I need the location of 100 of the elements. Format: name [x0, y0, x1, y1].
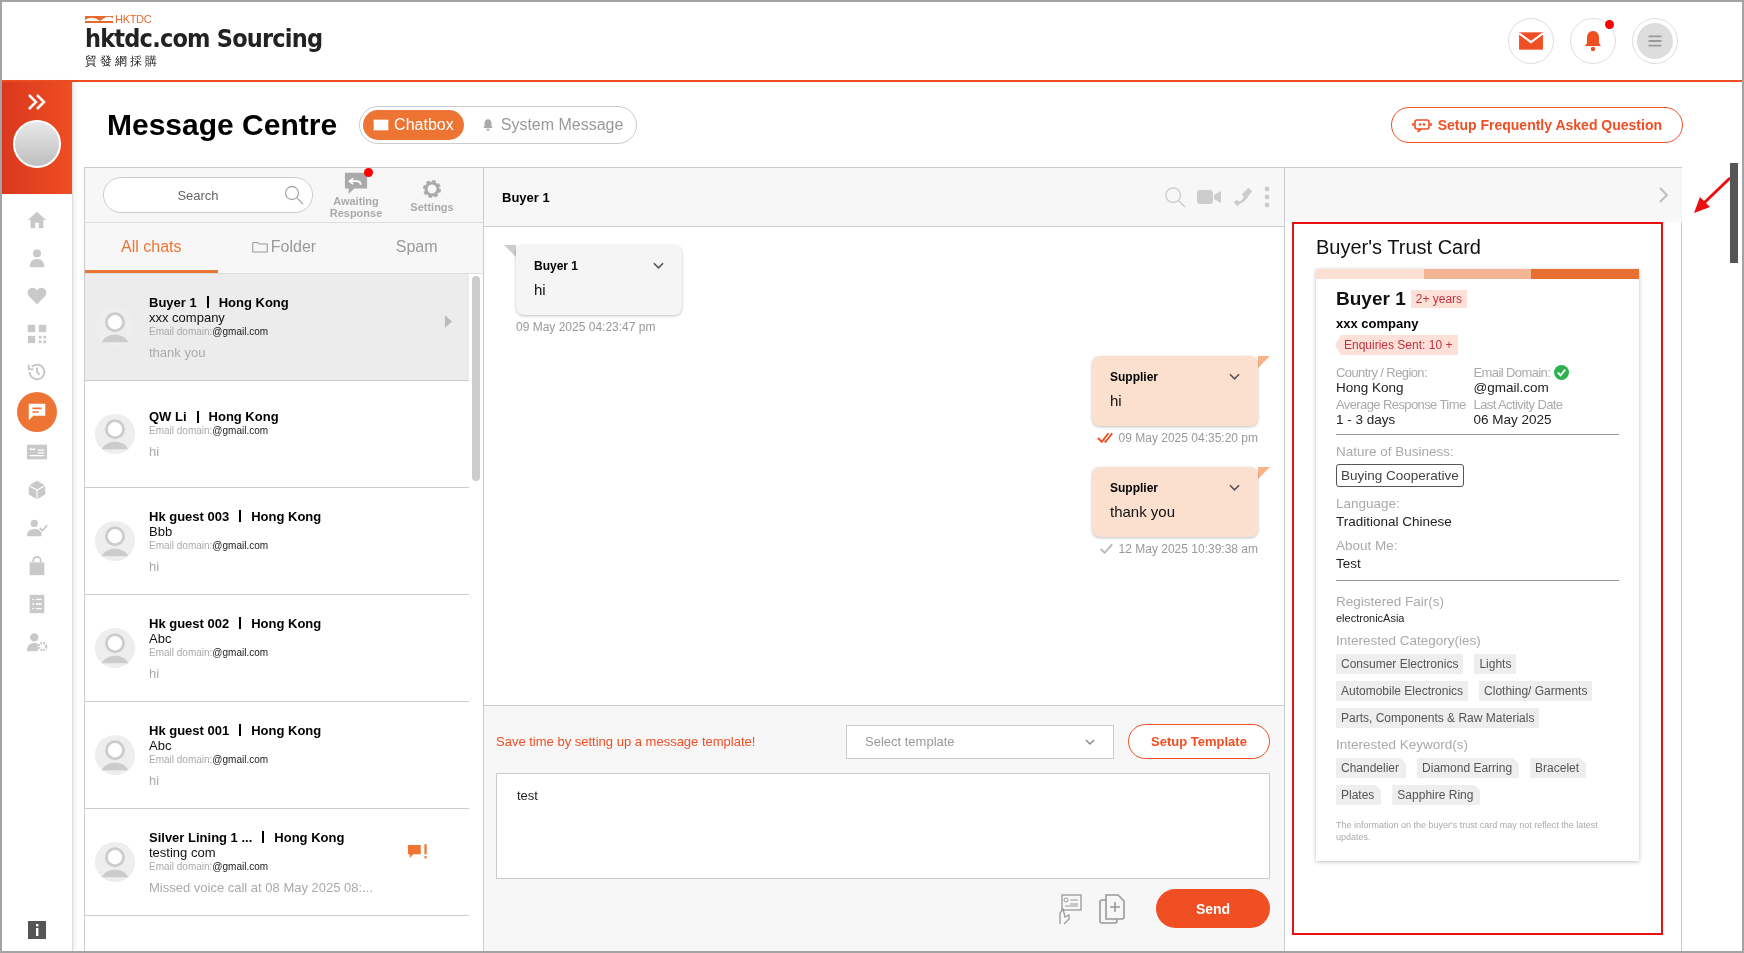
- settings-button[interactable]: Settings: [399, 177, 465, 213]
- logo-mark-icon: [85, 13, 113, 24]
- conversation-item[interactable]: Hk guest 002 Hong Kong Abc Email domain:@gmail.com hi: [85, 595, 469, 702]
- chat-nav-icon[interactable]: [17, 392, 57, 432]
- category-tag: Parts, Components & Raw Materials: [1336, 708, 1540, 728]
- message-time: 12 May 2025 10:39:38 am: [1118, 542, 1258, 556]
- field-value: electronicAsia: [1336, 612, 1406, 624]
- company-name: xxx company: [1336, 316, 1420, 331]
- page-title: Message Centre: [107, 107, 338, 142]
- search-icon[interactable]: [284, 185, 304, 205]
- conversation-item[interactable]: Hk guest 003 Hong Kong Bbb Email domain:@gmail.com hi: [85, 488, 469, 595]
- faq-setup-button[interactable]: Setup Frequently Asked Question: [1390, 106, 1683, 143]
- add-document-icon[interactable]: [1098, 892, 1126, 925]
- view-tab[interactable]: System Message: [469, 109, 634, 140]
- template-select[interactable]: Select template: [846, 724, 1114, 759]
- email-label: Email domain:: [149, 425, 213, 436]
- avatar-silhouette-icon: [94, 841, 136, 883]
- mail-icon: [1518, 29, 1544, 53]
- chevron-right-icon[interactable]: [1658, 187, 1668, 203]
- scrollbar-thumb[interactable]: [472, 276, 480, 481]
- contact-region: Hong Kong: [208, 409, 279, 424]
- field-value: 1 - 3 days: [1336, 412, 1396, 427]
- email-domain: @gmail.com: [212, 753, 269, 765]
- keyword-tag: Chandelier: [1336, 758, 1407, 778]
- company-name: Bbb: [149, 523, 173, 539]
- message-input[interactable]: test: [496, 773, 1270, 879]
- search-icon[interactable]: [1164, 186, 1186, 208]
- message-text: hi: [534, 281, 546, 298]
- bell-button[interactable]: [1570, 18, 1616, 64]
- email-label: Email domain:: [149, 646, 213, 658]
- field-label: Interested Keyword(s): [1336, 737, 1470, 752]
- company-name: testing com: [149, 844, 216, 860]
- chat-title: Buyer 1: [502, 189, 550, 205]
- keyword-tag: Sapphire Ring: [1392, 785, 1481, 805]
- message-preview: thank you: [149, 344, 207, 360]
- keyword-tag: Diamond Earring: [1417, 758, 1520, 778]
- email-domain: @gmail.com: [212, 539, 269, 551]
- setup-template-button[interactable]: Setup Template: [1128, 724, 1270, 759]
- conversation-item[interactable]: Hk guest 001 Hong Kong Abc Email domain:@gmail.com hi: [85, 702, 469, 809]
- chat-filter-tab[interactable]: Spam: [350, 223, 483, 273]
- contact-name: Silver Lining 1 ...: [149, 829, 253, 845]
- view-tab[interactable]: Chatbox: [363, 109, 464, 140]
- more-options-icon[interactable]: [1264, 186, 1270, 208]
- message-preview: hi: [149, 665, 161, 681]
- reply-bubble-icon: [343, 171, 369, 195]
- field-value: 06 May 2025: [1473, 412, 1552, 427]
- chevron-down-icon[interactable]: [653, 262, 664, 270]
- send-button[interactable]: Send: [1156, 889, 1270, 928]
- contact-name: Hk guest 003: [149, 508, 230, 524]
- conversation-item[interactable]: Buyer 1 Hong Kong xxx company Email domain:@gmail.com thank you: [85, 274, 469, 381]
- avatar-silhouette-icon: [94, 734, 136, 776]
- sender-name: Supplier: [1110, 370, 1158, 384]
- disclaimer-note: The information on the buyer's trust card may not reflect the latest updates.: [1336, 819, 1599, 843]
- field-value: @gmail.com: [1473, 380, 1549, 395]
- category-tag: Clothing/ Garments: [1479, 681, 1593, 701]
- category-tag: Automobile Electronics: [1336, 681, 1469, 701]
- awaiting-response-button[interactable]: Awaiting Response: [323, 171, 389, 219]
- info-icon[interactable]: [28, 921, 46, 939]
- field-label: Interested Category(ies): [1336, 633, 1482, 648]
- mail-icon: [373, 117, 390, 132]
- email-domain: @gmail.com: [212, 860, 269, 872]
- logo-brand: HKTDC: [115, 12, 152, 25]
- scrollbar-thumb[interactable]: [1730, 163, 1738, 263]
- chevron-down-icon[interactable]: [1229, 484, 1240, 492]
- chevron-down-icon: [1085, 738, 1095, 745]
- message-text: thank you: [1110, 503, 1176, 520]
- logo-title[interactable]: hktdc.com Sourcing: [85, 24, 323, 53]
- message-preview: hi: [149, 558, 161, 574]
- mail-button[interactable]: [1508, 18, 1554, 64]
- field-label: Registered Fair(s): [1336, 594, 1446, 609]
- sender-name: Supplier: [1110, 481, 1158, 495]
- contact-region: Hong Kong: [251, 615, 322, 631]
- menu-icon: [1637, 23, 1673, 59]
- phone-icon[interactable]: [1232, 186, 1254, 208]
- email-domain: @gmail.com: [212, 325, 269, 337]
- tenure-tag: 2+ years: [1410, 290, 1468, 308]
- enquiries-tag: Enquiries Sent: 10 +: [1336, 335, 1459, 355]
- email-label: Email domain:: [149, 325, 213, 337]
- menu-button[interactable]: [1632, 18, 1678, 64]
- company-name: xxx company: [149, 309, 225, 325]
- contact-name: Hk guest 001: [149, 722, 230, 738]
- avatar-silhouette-icon: [94, 413, 136, 455]
- expand-chevrons-icon[interactable]: [26, 92, 48, 112]
- robot-icon: [1411, 116, 1432, 133]
- message-text: hi: [1110, 392, 1122, 409]
- chat-filter-tab[interactable]: Folder: [217, 223, 351, 273]
- search-field[interactable]: Search: [103, 177, 313, 213]
- logo-subtitle: 貿發網採購: [85, 52, 161, 70]
- email-domain: @gmail.com: [212, 646, 269, 658]
- field-label: About Me:: [1336, 538, 1399, 553]
- conversation-item[interactable]: Silver Lining 1 ... Hong Kong testing com Email domain:@gmail.com Missed voice call at 08 May 2025 08:...: [85, 809, 469, 916]
- business-type-tag: Buying Cooperative: [1336, 464, 1464, 487]
- contact-name: Buyer 1: [149, 294, 197, 310]
- field-label: Email Domain:: [1473, 365, 1551, 380]
- email-label: Email domain:: [149, 539, 213, 551]
- chevron-down-icon[interactable]: [1229, 373, 1240, 381]
- field-label: Language:: [1336, 496, 1401, 511]
- conversation-item[interactable]: QW Li Hong Kong Email domain:@gmail.com hi: [85, 381, 469, 488]
- category-tag: Lights: [1474, 654, 1517, 674]
- message-preview: hi: [149, 444, 161, 459]
